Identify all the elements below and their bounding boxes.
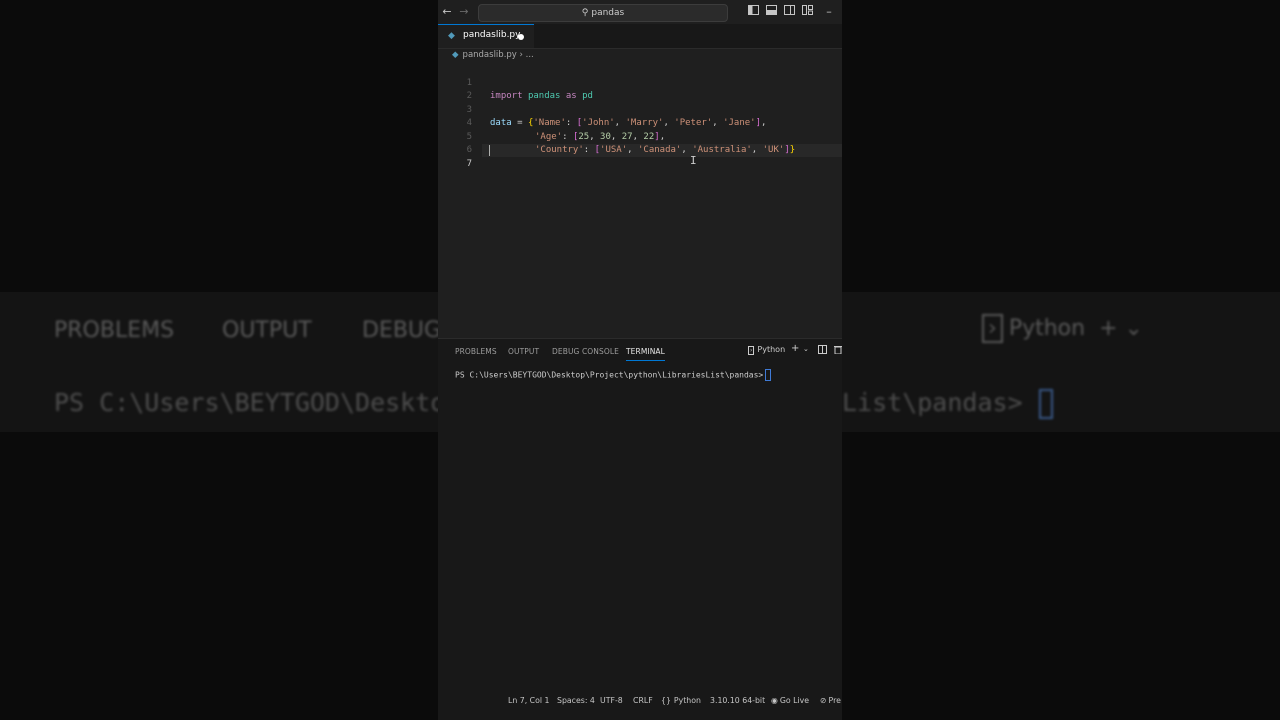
status-encoding[interactable]: UTF-8 <box>600 696 623 705</box>
terminal-shell-name: Python <box>757 345 786 354</box>
python-file-icon: ◆ <box>448 31 455 41</box>
braces-icon: {} <box>661 696 671 705</box>
tab-output[interactable]: OUTPUT <box>508 347 539 356</box>
line-number-active: 7 <box>466 158 472 169</box>
code-editor[interactable]: 1 import pandas as pd 2 3 data = {'Name'… <box>438 62 842 338</box>
prettier-icon: ⊘ <box>820 696 827 705</box>
title-bar: ← → ⚲ pandas – <box>438 0 842 24</box>
code-line-7: 7 <box>438 144 842 169</box>
editor-tab-bar: ◆ pandaslib.py <box>438 24 842 49</box>
tab-terminal[interactable]: TERMINAL <box>626 347 665 361</box>
toggle-primary-sidebar-icon[interactable] <box>746 5 760 19</box>
status-bar: Ln 7, Col 1 Spaces: 4 UTF-8 CRLF {} Pytho… <box>438 690 842 720</box>
broadcast-icon: ◉ <box>771 696 778 705</box>
forward-arrow-icon[interactable]: → <box>457 5 471 19</box>
bg-problems-label: PROBLEMS <box>54 318 175 343</box>
minimize-icon[interactable]: – <box>822 5 836 19</box>
command-center-search[interactable]: ⚲ pandas <box>478 4 728 22</box>
tab-problems[interactable]: PROBLEMS <box>455 347 497 356</box>
toggle-secondary-sidebar-icon[interactable] <box>782 5 796 19</box>
status-go-live[interactable]: ◉ Go Live <box>771 696 809 705</box>
status-language[interactable]: {} Python <box>661 696 701 705</box>
tab-debug-console[interactable]: DEBUG CONSOLE <box>552 347 619 356</box>
terminal-prompt-line[interactable]: PS C:\Users\BEYTGOD\Desktop\Project\pyth… <box>455 369 772 381</box>
code-line-3: 3 data = {'Name': ['John', 'Marry', 'Pet… <box>438 90 842 129</box>
bg-python-label: › Python + ⌄ <box>982 314 1143 343</box>
status-indentation[interactable]: Spaces: 4 <box>557 696 595 705</box>
split-terminal-icon[interactable] <box>818 345 827 356</box>
code-line-6: 6 <box>438 131 842 155</box>
back-arrow-icon[interactable]: ← <box>440 5 454 19</box>
toggle-panel-icon[interactable] <box>764 5 778 19</box>
customize-layout-icon[interactable] <box>800 5 814 19</box>
code-line-2: 2 <box>438 77 842 101</box>
bottom-panel: PROBLEMS OUTPUT DEBUG CONSOLE TERMINAL ›… <box>438 338 842 691</box>
terminal-icon: › <box>748 346 755 355</box>
breadcrumb-python-icon: ◆ <box>452 50 459 60</box>
bg-terminal-left: PS C:\Users\BEYTGOD\Deskto <box>54 388 446 417</box>
breadcrumb[interactable]: ◆ pandaslib.py › ... <box>452 48 534 62</box>
breadcrumb-ellipsis[interactable]: › ... <box>520 50 534 60</box>
tab-pandaslib[interactable]: ◆ pandaslib.py <box>438 24 534 48</box>
trash-icon[interactable] <box>834 345 842 356</box>
terminal-profile[interactable]: › Python <box>748 345 786 355</box>
code-line-1: 1 import pandas as pd <box>438 63 842 102</box>
text-cursor <box>489 145 490 156</box>
vscode-window: ← → ⚲ pandas – ◆ pandaslib.py ◆ pandaslib.… <box>438 0 842 720</box>
terminal-cursor <box>765 369 772 381</box>
ibeam-pointer-icon: I <box>690 154 697 167</box>
new-terminal-plus-icon[interactable]: + <box>791 343 799 354</box>
search-icon: ⚲ <box>581 8 589 18</box>
status-eol[interactable]: CRLF <box>633 696 653 705</box>
status-cursor-position[interactable]: Ln 7, Col 1 <box>508 696 550 705</box>
chevron-down-icon[interactable]: ⌄ <box>803 345 809 353</box>
status-prettier[interactable]: ⊘ Pre <box>820 696 841 705</box>
terminal-prompt: PS C:\Users\BEYTGOD\Desktop\Project\pyth… <box>455 370 764 380</box>
search-text: pandas <box>591 8 625 18</box>
code-line-5: 5 'Country': ['USA', 'Canada', 'Australi… <box>438 117 842 156</box>
tab-filename: pandaslib.py <box>463 30 521 40</box>
code-line-4: 4 'Age': [25, 30, 27, 22], <box>438 104 842 142</box>
unsaved-dot-icon[interactable] <box>518 34 524 40</box>
bg-terminal-right: List\pandas> <box>842 388 1053 419</box>
bg-debug-label: DEBUG <box>362 318 442 343</box>
bg-output-label: OUTPUT <box>222 318 312 343</box>
status-interpreter[interactable]: 3.10.10 64-bit <box>710 696 765 705</box>
breadcrumb-file[interactable]: pandaslib.py <box>463 50 517 60</box>
